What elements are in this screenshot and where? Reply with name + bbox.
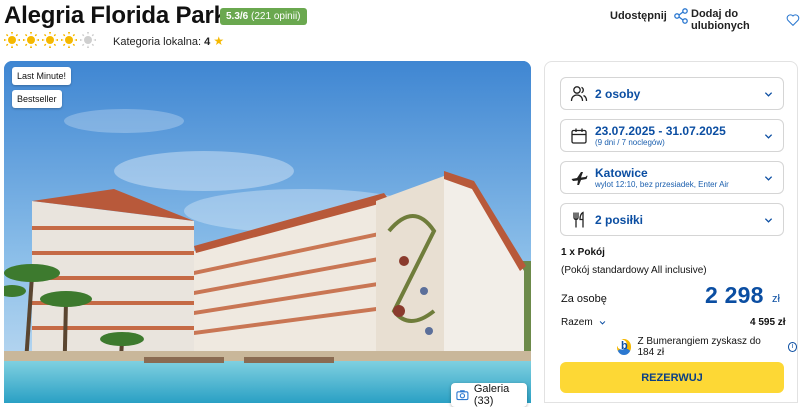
sun-star-icon <box>23 32 39 48</box>
local-category: Kategoria lokalna: 4 ★ <box>113 34 224 48</box>
hotel-photo[interactable]: Last Minute! Bestseller <box>4 61 531 403</box>
people-icon <box>570 85 588 101</box>
gallery-button[interactable]: Galeria (33) <box>451 383 527 407</box>
sun-star-icon <box>61 32 77 48</box>
dates-selector[interactable]: 23.07.2025 - 31.07.2025 (9 dni / 7 nocle… <box>560 119 784 152</box>
bumerang-info: b Z Bumerangiem zyskasz do 184 zł i <box>617 336 797 358</box>
share-icon <box>673 8 688 24</box>
reserve-button[interactable]: REZERWUJ <box>560 362 784 393</box>
price-per-person: 2 298 <box>705 282 764 308</box>
star-icon: ★ <box>213 34 225 48</box>
rating-score: 5.3/6 <box>226 11 249 22</box>
sun-star-icon <box>42 32 58 48</box>
favorite-label: Dodaj do ulubionych <box>691 8 750 32</box>
booking-panel: 2 osoby 23.07.2025 - 31.07.2025 (9 dni /… <box>544 61 798 403</box>
hotel-stars <box>4 32 96 48</box>
people-selector[interactable]: 2 osoby <box>560 77 784 110</box>
departure-city: Katowice <box>595 166 648 180</box>
sun-star-icon <box>4 32 20 48</box>
sun-star-empty-icon <box>80 32 96 48</box>
hotel-header: Alegria Florida Park 5.3/6 (221 opinii) … <box>0 0 800 60</box>
last-minute-tag: Last Minute! <box>12 67 72 85</box>
rating-badge[interactable]: 5.3/6 (221 opinii) <box>220 8 307 25</box>
bestseller-tag: Bestseller <box>12 90 62 108</box>
total-price: 4 595 zł <box>750 317 786 328</box>
share-button[interactable]: Udostępnij <box>610 8 689 24</box>
room-type: (Pokój standardowy All inclusive) <box>561 265 707 276</box>
flight-selector[interactable]: Katowice wylot 12:10, bez przesiadek, En… <box>560 161 784 194</box>
camera-icon <box>456 390 469 401</box>
chevron-down-icon <box>764 217 773 223</box>
local-category-value: 4 <box>204 36 211 48</box>
people-value: 2 osoby <box>595 87 641 101</box>
favorite-button[interactable]: Dodaj do ulubionych <box>691 8 800 32</box>
heart-icon <box>786 14 800 26</box>
bumerang-text: Z Bumerangiem zyskasz do 184 zł <box>637 336 761 358</box>
bumerang-icon: b <box>617 339 632 355</box>
chevron-down-icon <box>764 133 773 139</box>
chevron-down-icon <box>764 175 773 181</box>
flight-details: wylot 12:10, bez przesiadek, Enter Air <box>595 180 729 189</box>
per-person-label: Za osobę <box>561 293 607 305</box>
price-currency: zł <box>772 293 780 305</box>
meals-selector[interactable]: 2 posiłki <box>560 203 784 236</box>
cutlery-icon <box>573 210 584 227</box>
local-category-label: Kategoria lokalna: <box>113 36 202 48</box>
calendar-icon <box>571 128 587 144</box>
dates-duration: (9 dni / 7 noclegów) <box>595 138 665 147</box>
meals-value: 2 posiłki <box>595 213 644 227</box>
hotel-image <box>4 61 531 403</box>
hotel-title: Alegria Florida Park <box>4 2 227 29</box>
chevron-down-icon <box>764 91 773 97</box>
share-label: Udostępnij <box>610 10 667 22</box>
chevron-down-icon <box>599 321 605 325</box>
rating-count: (221 opinii) <box>251 11 301 22</box>
gallery-label: Galeria (33) <box>473 383 510 407</box>
room-count: 1 x Pokój <box>561 247 605 258</box>
airplane-icon <box>571 171 588 185</box>
dates-value: 23.07.2025 - 31.07.2025 <box>595 124 726 138</box>
info-icon[interactable]: i <box>787 342 797 352</box>
total-toggle[interactable]: Razem <box>561 317 606 328</box>
total-label: Razem <box>561 317 593 328</box>
